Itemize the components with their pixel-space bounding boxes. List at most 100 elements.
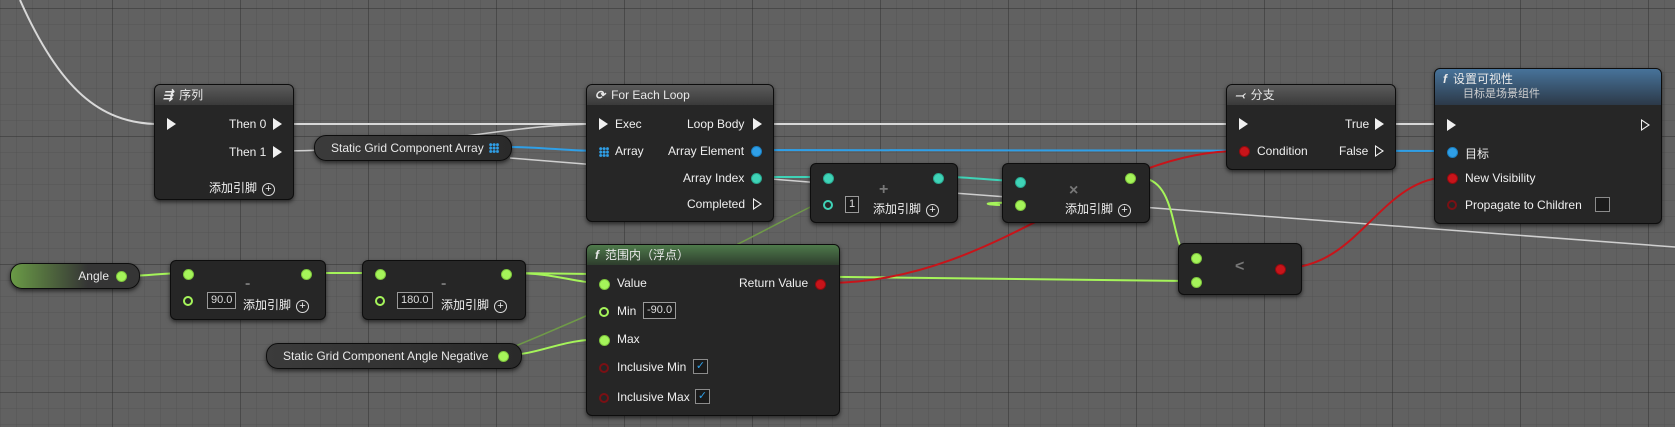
subtract-node-2[interactable]: - 180.0 添加引脚 + bbox=[362, 260, 526, 320]
plus-circle-icon: + bbox=[1118, 204, 1132, 217]
inclusive-max-checkbox[interactable]: ✓ bbox=[695, 389, 710, 404]
propagate-pin[interactable] bbox=[1447, 200, 1457, 210]
array-grid-icon[interactable] bbox=[599, 147, 609, 157]
min-pin[interactable] bbox=[599, 307, 609, 317]
target-pin[interactable] bbox=[1447, 147, 1458, 158]
add-pin-label: 添加引脚 bbox=[1065, 202, 1114, 216]
then0-pin[interactable] bbox=[273, 118, 282, 130]
angle-negative-variable[interactable]: Static Grid Component Angle Negative bbox=[266, 343, 522, 369]
new-visibility-label: New Visibility bbox=[1465, 171, 1536, 185]
add-operator: + bbox=[879, 181, 889, 198]
array-element-pin[interactable] bbox=[751, 146, 762, 157]
set-visibility-header: f 设置可视性 目标是场景组件 bbox=[1435, 69, 1661, 105]
array-element-label: Array Element bbox=[668, 144, 745, 158]
less-input-b-pin[interactable] bbox=[1191, 277, 1202, 288]
inclusive-min-checkbox[interactable]: ✓ bbox=[693, 359, 708, 374]
array-label: Array bbox=[615, 144, 644, 158]
bool-wire-less-visibility bbox=[1283, 176, 1451, 269]
then1-label: Then 1 bbox=[229, 145, 267, 159]
grid-array-label: Static Grid Component Array bbox=[331, 141, 484, 155]
loop-body-pin[interactable] bbox=[753, 118, 762, 130]
in-range-float-node[interactable]: f 范围内（浮点） Value Return Value Min -90.0 Ma… bbox=[586, 244, 840, 416]
subtract-node-1[interactable]: - 90.0 添加引脚 + bbox=[170, 260, 326, 320]
add-input-b-value[interactable]: 1 bbox=[845, 196, 860, 213]
multiply-input-a-pin[interactable] bbox=[1015, 177, 1026, 188]
then0-label: Then 0 bbox=[229, 117, 267, 131]
branch-node[interactable]: ⤙ 分支 True Condition False bbox=[1226, 84, 1396, 170]
multiply-output-pin[interactable] bbox=[1125, 173, 1136, 184]
less-than-node[interactable]: < bbox=[1178, 243, 1302, 295]
multiply-node[interactable]: × 添加引脚 + bbox=[1002, 163, 1150, 223]
branch-title: 分支 bbox=[1250, 88, 1275, 102]
subtract1-input-b-value[interactable]: 90.0 bbox=[207, 292, 237, 309]
add-pin-button[interactable]: 添加引脚 + bbox=[243, 296, 310, 313]
value-pin[interactable] bbox=[599, 279, 610, 290]
add-output-pin[interactable] bbox=[933, 173, 944, 184]
grid-array-variable[interactable]: Static Grid Component Array bbox=[314, 135, 512, 161]
less-input-a-pin[interactable] bbox=[1191, 253, 1202, 264]
completed-pin[interactable] bbox=[753, 198, 762, 210]
new-visibility-pin[interactable] bbox=[1447, 173, 1458, 184]
add-pin-button[interactable]: 添加引脚 + bbox=[1065, 200, 1132, 217]
in-range-title: 范围内（浮点） bbox=[605, 248, 690, 262]
less-operator: < bbox=[1235, 258, 1245, 275]
sequence-node[interactable]: ⇶ 序列 Then 0 Then 1 添加引脚 + bbox=[154, 84, 294, 200]
return-value-pin[interactable] bbox=[815, 279, 826, 290]
false-pin[interactable] bbox=[1375, 145, 1384, 157]
add-int-node[interactable]: + 1 添加引脚 + bbox=[810, 163, 958, 223]
function-icon: f bbox=[595, 248, 599, 262]
subtract1-output-pin[interactable] bbox=[301, 269, 312, 280]
multiply-input-b-pin[interactable] bbox=[1015, 200, 1026, 211]
for-each-loop-node[interactable]: ⟳ For Each Loop Exec Loop Body Array Arra… bbox=[586, 84, 774, 222]
subtract2-input-b-pin[interactable] bbox=[375, 296, 385, 306]
inclusive-max-pin[interactable] bbox=[599, 393, 609, 403]
add-pin-label: 添加引脚 bbox=[441, 298, 490, 312]
set-visibility-subtitle: 目标是场景组件 bbox=[1463, 88, 1540, 100]
add-pin-button[interactable]: 添加引脚 + bbox=[209, 179, 276, 196]
branch-icon: ⤙ bbox=[1235, 88, 1245, 102]
for-each-title: For Each Loop bbox=[611, 88, 690, 102]
inclusive-max-label: Inclusive Max bbox=[617, 390, 690, 404]
value-label: Value bbox=[617, 276, 647, 290]
array-index-label: Array Index bbox=[683, 171, 745, 185]
condition-label: Condition bbox=[1257, 144, 1308, 158]
less-output-pin[interactable] bbox=[1275, 264, 1286, 275]
angle-negative-output-pin[interactable] bbox=[498, 351, 509, 362]
propagate-checkbox[interactable] bbox=[1595, 197, 1610, 212]
subtract2-output-pin[interactable] bbox=[501, 269, 512, 280]
in-range-header: f 范围内（浮点） bbox=[587, 245, 839, 265]
add-pin-label: 添加引脚 bbox=[209, 181, 258, 195]
subtract2-input-a-pin[interactable] bbox=[375, 269, 386, 280]
inclusive-min-pin[interactable] bbox=[599, 363, 609, 373]
max-pin[interactable] bbox=[599, 335, 610, 346]
exec-in-pin[interactable] bbox=[1447, 119, 1456, 131]
exec-in-pin[interactable] bbox=[167, 118, 176, 130]
array-grid-icon[interactable] bbox=[489, 143, 499, 153]
propagate-label: Propagate to Children bbox=[1465, 198, 1582, 212]
angle-variable[interactable]: Angle bbox=[10, 263, 140, 289]
max-label: Max bbox=[617, 332, 640, 346]
set-visibility-node[interactable]: f 设置可视性 目标是场景组件 目标 New Visibility Propagat… bbox=[1434, 68, 1662, 224]
condition-pin[interactable] bbox=[1239, 146, 1250, 157]
exec-wire-top-arc bbox=[19, 0, 156, 125]
true-pin[interactable] bbox=[1375, 118, 1384, 130]
exec-in-pin[interactable] bbox=[599, 118, 608, 130]
subtract2-input-b-value[interactable]: 180.0 bbox=[397, 292, 433, 309]
subtract1-input-a-pin[interactable] bbox=[183, 269, 194, 280]
add-pin-button[interactable]: 添加引脚 + bbox=[441, 296, 508, 313]
min-value-input[interactable]: -90.0 bbox=[643, 302, 677, 319]
true-label: True bbox=[1345, 117, 1370, 131]
array-index-pin[interactable] bbox=[751, 173, 762, 184]
exec-out-pin[interactable] bbox=[1641, 119, 1650, 131]
angle-negative-label: Static Grid Component Angle Negative bbox=[283, 349, 489, 363]
exec-in-pin[interactable] bbox=[1239, 118, 1248, 130]
add-input-b-pin[interactable] bbox=[823, 200, 833, 210]
sequence-icon: ⇶ bbox=[163, 88, 174, 102]
then1-pin[interactable] bbox=[273, 146, 282, 158]
completed-label: Completed bbox=[687, 197, 746, 211]
add-pin-button[interactable]: 添加引脚 + bbox=[873, 200, 940, 217]
angle-output-pin[interactable] bbox=[116, 271, 127, 282]
add-input-a-pin[interactable] bbox=[823, 173, 834, 184]
subtract1-input-b-pin[interactable] bbox=[183, 296, 193, 306]
return-value-label: Return Value bbox=[739, 276, 809, 290]
